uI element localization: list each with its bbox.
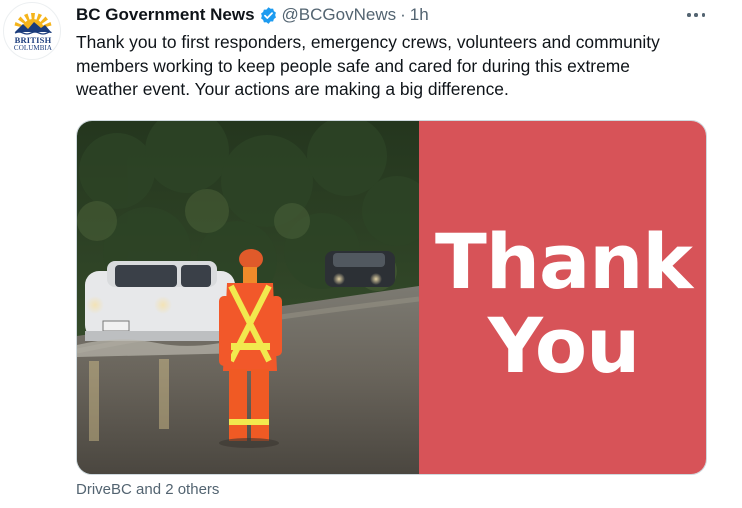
tweet-media[interactable]: Thank You bbox=[76, 120, 707, 475]
avatar-text-line2: COLUMBIA bbox=[13, 44, 53, 52]
avatar[interactable]: BRITISH COLUMBIA bbox=[3, 2, 61, 60]
tweet-text: Thank you to first responders, emergency… bbox=[76, 32, 660, 100]
flood-photo[interactable] bbox=[77, 121, 419, 475]
tweet-header: BC Government News @BCGovNews · 1h bbox=[76, 4, 429, 26]
thank-you-panel: Thank You bbox=[419, 121, 706, 474]
tweet-card[interactable]: BRITISH COLUMBIA BC Government News @BCG… bbox=[0, 0, 742, 508]
tagged-users-link[interactable]: DriveBC and 2 others bbox=[76, 481, 219, 498]
display-name[interactable]: BC Government News bbox=[76, 5, 255, 25]
thank-you-line1: Thank bbox=[435, 217, 693, 306]
thank-you-line2: You bbox=[487, 301, 640, 390]
separator-dot: · bbox=[400, 5, 406, 24]
more-dot bbox=[687, 13, 691, 17]
more-options-icon[interactable] bbox=[684, 6, 708, 24]
timestamp[interactable]: 1h bbox=[410, 5, 429, 25]
more-dot bbox=[701, 13, 705, 17]
verified-badge-icon bbox=[260, 6, 276, 24]
more-dot bbox=[694, 13, 698, 17]
handle[interactable]: @BCGovNews bbox=[282, 5, 397, 25]
